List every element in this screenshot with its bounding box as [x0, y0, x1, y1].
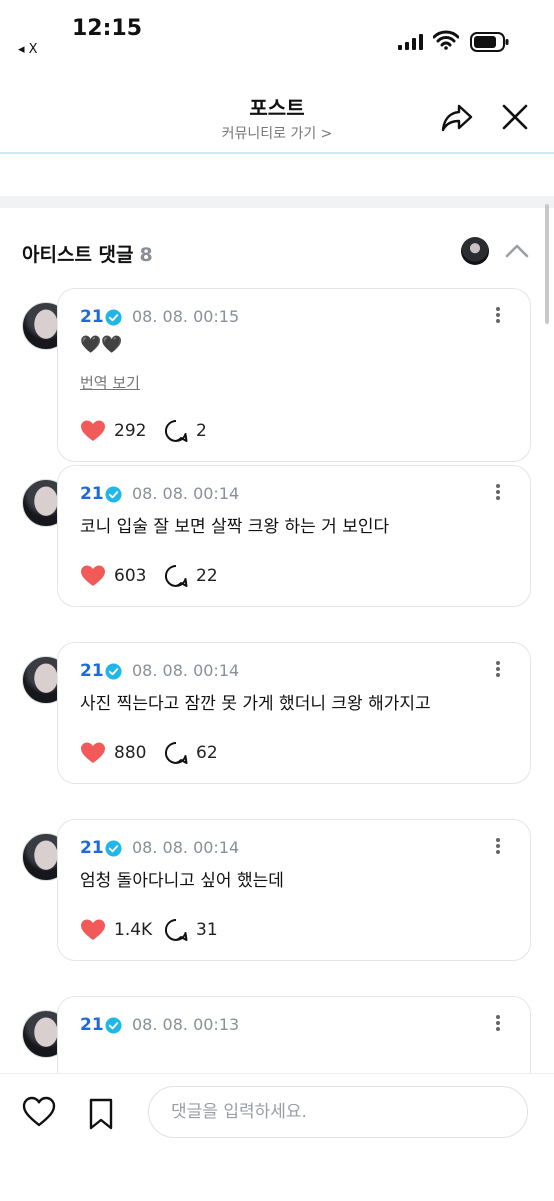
signal-icon [398, 34, 423, 50]
like-count: 1.4K [114, 920, 153, 940]
comment-item: 21 08. 08. 00:14 사진 찍는다고 잠깐 못 가게 했더니 크왕 … [0, 642, 554, 819]
bookmark-icon[interactable] [88, 1098, 114, 1130]
chevron-up-icon[interactable] [504, 240, 530, 262]
comment-author[interactable]: 21 [80, 661, 104, 681]
comment-timestamp: 08. 08. 00:14 [132, 838, 240, 857]
status-bar: 12:15 ◂ X [0, 0, 554, 70]
comment-item: 21 08. 08. 00:14 엄청 돌아다니고 싶어 했는데 1.4K 31 [0, 819, 554, 996]
comment-bubble: 21 08. 08. 00:14 엄청 돌아다니고 싶어 했는데 1.4K 31 [57, 819, 531, 961]
verified-icon [105, 309, 122, 326]
post-header: 포스트 커뮤니티로 가기 > [0, 80, 554, 154]
section-title: 아티스트 댓글 8 [22, 240, 153, 267]
comment-text: 코니 입술 잘 보면 살짝 크왕 하는 거 보인다 [80, 517, 390, 537]
like-button[interactable]: 603 [80, 563, 146, 589]
heart-icon [81, 742, 105, 763]
bottom-bar [0, 1073, 554, 1201]
comment-input[interactable] [148, 1086, 528, 1138]
artist-avatar[interactable] [461, 237, 489, 265]
comment-item: 21 08. 08. 00:14 코니 입술 잘 보면 살짝 크왕 하는 거 보… [0, 465, 554, 642]
comment-author[interactable]: 21 [80, 1015, 104, 1035]
more-icon[interactable] [490, 482, 506, 504]
reply-count: 2 [196, 421, 207, 441]
more-icon[interactable] [490, 836, 506, 858]
comment-author[interactable]: 21 [80, 307, 104, 327]
status-time: 12:15 [72, 16, 143, 41]
heart-icon [81, 919, 105, 940]
like-count: 292 [114, 421, 147, 441]
reply-icon [164, 419, 188, 442]
reply-button[interactable]: 2 [164, 418, 207, 444]
comment-item: 21 08. 08. 00:15 🖤🖤 번역 보기 292 2 [0, 288, 554, 465]
heart-icon [81, 420, 105, 441]
battery-icon [470, 32, 509, 52]
reply-icon [164, 918, 188, 941]
comment-bubble: 21 08. 08. 00:14 코니 입술 잘 보면 살짝 크왕 하는 거 보… [57, 465, 531, 607]
comment-bubble: 21 08. 08. 00:15 🖤🖤 번역 보기 292 2 [57, 288, 531, 462]
comment-author[interactable]: 21 [80, 838, 104, 858]
comment-text: 엄청 돌아다니고 싶어 했는데 [80, 871, 284, 891]
comment-timestamp: 08. 08. 00:15 [132, 307, 240, 326]
reply-button[interactable]: 31 [164, 917, 218, 943]
more-icon[interactable] [490, 305, 506, 327]
like-count: 880 [114, 743, 147, 763]
comment-author[interactable]: 21 [80, 484, 104, 504]
verified-icon [105, 663, 122, 680]
like-button[interactable]: 1.4K [80, 917, 152, 943]
more-icon[interactable] [490, 1013, 506, 1035]
artist-comments-header: 아티스트 댓글 8 [0, 220, 554, 280]
reply-icon [164, 741, 188, 764]
reply-count: 22 [196, 566, 218, 586]
like-button[interactable]: 292 [80, 418, 146, 444]
like-button[interactable]: 880 [80, 740, 146, 766]
comment-bubble: 21 08. 08. 00:14 사진 찍는다고 잠깐 못 가게 했더니 크왕 … [57, 642, 531, 784]
reply-button[interactable]: 22 [164, 563, 218, 589]
comment-text: 사진 찍는다고 잠깐 못 가게 했더니 크왕 해가지고 [80, 694, 431, 714]
verified-icon [105, 486, 122, 503]
back-to-app-link[interactable]: ◂ X [18, 42, 38, 57]
comment-timestamp: 08. 08. 00:14 [132, 484, 240, 503]
reply-button[interactable]: 62 [164, 740, 218, 766]
more-icon[interactable] [490, 659, 506, 681]
wifi-icon [433, 30, 459, 50]
verified-icon [105, 1017, 122, 1034]
heart-icon [81, 565, 105, 586]
reply-icon [164, 564, 188, 587]
section-count: 8 [139, 244, 153, 266]
comment-timestamp: 08. 08. 00:14 [132, 661, 240, 680]
heart-icon[interactable] [22, 1096, 56, 1128]
comment-timestamp: 08. 08. 00:13 [132, 1015, 240, 1034]
translate-link[interactable]: 번역 보기 [80, 372, 140, 393]
reply-count: 31 [196, 920, 218, 940]
reply-count: 62 [196, 743, 218, 763]
section-title-label: 아티스트 댓글 [22, 244, 134, 266]
comment-text: 🖤🖤 [80, 335, 123, 355]
comment-list: 21 08. 08. 00:15 🖤🖤 번역 보기 292 2 21 08. 0… [0, 288, 554, 1173]
close-icon[interactable] [500, 102, 530, 132]
section-divider [0, 196, 554, 208]
share-icon[interactable] [440, 102, 474, 134]
like-count: 603 [114, 566, 147, 586]
verified-icon [105, 840, 122, 857]
